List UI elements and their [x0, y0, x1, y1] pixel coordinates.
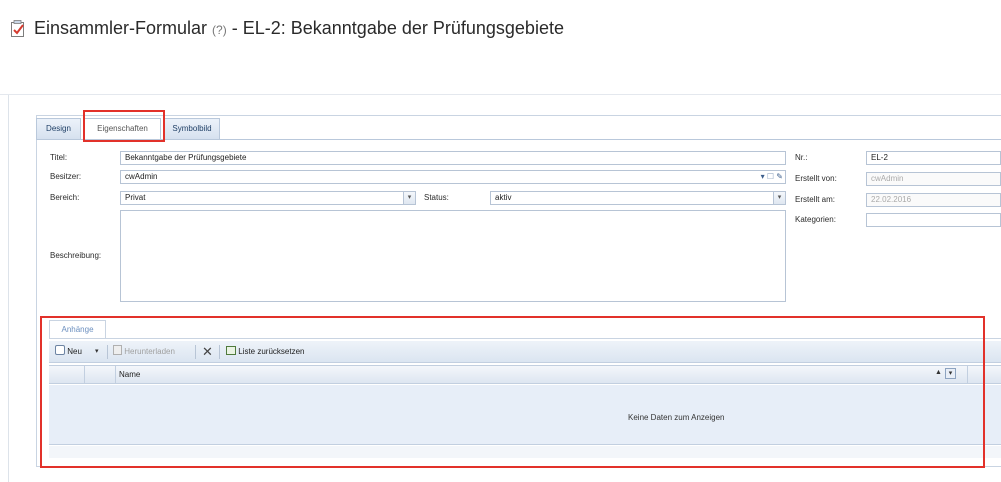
empty-grid-message: Keine Daten zum Anzeigen — [628, 413, 725, 422]
created-on-label: Erstellt am: — [795, 195, 836, 204]
created-by-field: cwAdmin — [866, 172, 1001, 186]
owner-tools: ▾ ☐ ✎ — [761, 171, 783, 183]
status-dropdown-icon[interactable]: ▾ — [773, 192, 785, 204]
owner-dropdown-icon[interactable]: ▾ — [761, 172, 765, 181]
owner-field-label: Besitzer: — [50, 172, 82, 181]
grid-footer — [49, 446, 1001, 458]
toolbar-separator — [195, 345, 196, 359]
created-on-field: 22.02.2016 — [866, 193, 1001, 207]
reset-list-label: Liste zurücksetzen — [238, 347, 305, 356]
sort-asc-icon[interactable]: ▲ — [935, 369, 942, 376]
new-button[interactable]: Neu — [55, 345, 82, 359]
attachments-tab-line — [49, 338, 1001, 339]
column-header-name[interactable]: Name — [119, 370, 140, 379]
column-separator — [84, 366, 85, 384]
toolbar-separator — [219, 345, 220, 359]
owner-clear-icon[interactable]: ☐ — [767, 172, 774, 181]
attachments-grid-body — [49, 385, 1001, 445]
title-main: Einsammler-Formular — [34, 18, 208, 38]
title-field[interactable]: Bekanntgabe der Prüfungsgebiete — [120, 151, 786, 165]
area-field[interactable]: Privat ▾ — [120, 191, 416, 205]
new-dropdown-icon[interactable]: ▾ — [95, 345, 99, 359]
download-button[interactable]: Herunterladen — [113, 345, 175, 359]
nr-field[interactable]: EL-2 — [866, 151, 1001, 165]
tab-eigenschaften[interactable]: Eigenschaften — [84, 118, 161, 140]
tab-symbolbild[interactable]: Symbolbild — [164, 118, 220, 139]
page-title: Einsammler-Formular (?) - EL-2: Bekanntg… — [34, 18, 564, 39]
tab-design[interactable]: Design — [36, 118, 81, 139]
new-button-label: Neu — [67, 347, 82, 356]
owner-field[interactable]: cwAdmin ▾ ☐ ✎ — [120, 170, 786, 184]
categories-field[interactable] — [866, 213, 1001, 227]
download-button-label: Herunterladen — [124, 347, 175, 356]
title-field-label: Titel: — [50, 153, 68, 162]
status-field-label: Status: — [424, 193, 449, 202]
column-separator — [115, 366, 116, 384]
tab-strip-line — [36, 139, 1001, 140]
description-field[interactable] — [120, 210, 786, 302]
area-field-label: Bereich: — [50, 193, 80, 202]
title-rest: - EL-2: Bekanntgabe der Prüfungsgebiete — [231, 18, 564, 38]
area-value: Privat — [125, 193, 146, 202]
download-icon — [113, 345, 122, 355]
column-separator — [967, 366, 968, 384]
toolbar-separator — [107, 345, 108, 359]
help-link[interactable]: (?) — [212, 23, 227, 37]
description-field-label: Beschreibung: — [50, 251, 102, 260]
tab-anhaenge[interactable]: Anhänge — [49, 320, 106, 339]
form-check-icon — [11, 20, 24, 37]
reset-list-button[interactable]: Liste zurücksetzen — [226, 345, 305, 359]
status-value: aktiv — [495, 193, 512, 202]
left-divider — [8, 95, 9, 482]
area-dropdown-icon[interactable]: ▾ — [403, 192, 415, 204]
categories-label: Kategorien: — [795, 215, 836, 224]
new-doc-icon — [55, 345, 65, 355]
status-field[interactable]: aktiv ▾ — [490, 191, 786, 205]
delete-icon[interactable]: ✕ — [202, 345, 213, 359]
owner-edit-icon[interactable]: ✎ — [776, 172, 783, 181]
grid-header: Name ▲ ▾ — [49, 365, 1001, 384]
created-by-label: Erstellt von: — [795, 174, 837, 183]
reset-list-icon — [226, 346, 236, 355]
column-menu-icon[interactable]: ▾ — [945, 368, 956, 379]
attachments-toolbar: Neu ▾ Herunterladen ✕ Liste zurücksetzen — [49, 341, 1001, 363]
owner-value: cwAdmin — [125, 172, 158, 181]
title-bar: Einsammler-Formular (?) - EL-2: Bekanntg… — [0, 0, 1001, 95]
nr-field-label: Nr.: — [795, 153, 808, 162]
